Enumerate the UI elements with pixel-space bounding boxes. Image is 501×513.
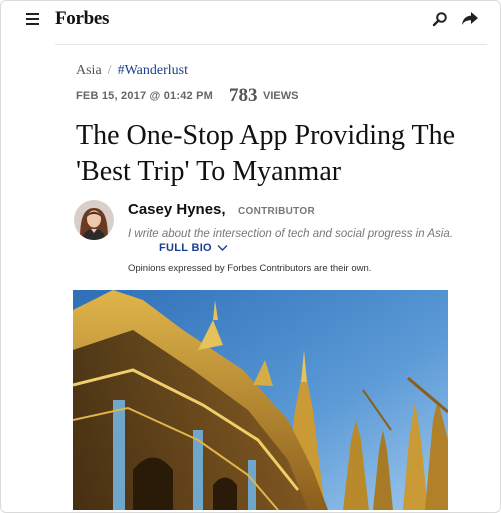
- breadcrumb: Asia / #Wanderlust: [76, 63, 188, 79]
- hero-image-pagoda[interactable]: [73, 290, 448, 510]
- share-arrow-icon[interactable]: [461, 11, 479, 27]
- article-headline: The One-Stop App Providing The 'Best Tri…: [76, 120, 456, 187]
- author-avatar[interactable]: [74, 200, 114, 240]
- author-name-link[interactable]: Casey Hynes,: [128, 201, 226, 218]
- forbes-logo[interactable]: Forbes: [55, 8, 109, 30]
- full-bio-label: FULL BIO: [159, 242, 212, 254]
- breadcrumb-section-link[interactable]: Asia: [76, 63, 102, 78]
- header-divider: [55, 44, 487, 45]
- author-role: CONTRIBUTOR: [238, 206, 316, 217]
- chevron-down-icon: [217, 245, 228, 252]
- hamburger-menu-icon[interactable]: [26, 13, 39, 25]
- publish-date: FEB 15, 2017 @ 01:42 PM: [76, 90, 214, 102]
- search-icon[interactable]: [432, 11, 448, 27]
- views-count: 783: [229, 85, 258, 106]
- breadcrumb-channel-link[interactable]: #Wanderlust: [118, 63, 188, 78]
- site-header: Forbes: [1, 1, 500, 45]
- contributor-disclaimer: Opinions expressed by Forbes Contributor…: [128, 263, 372, 274]
- author-bio: I write about the intersection of tech a…: [128, 228, 453, 240]
- breadcrumb-separator: /: [107, 63, 112, 78]
- views-label: VIEWS: [263, 90, 299, 102]
- full-bio-toggle[interactable]: FULL BIO: [159, 242, 228, 254]
- page-frame: Forbes Asia / #Wanderlust FEB 15, 2017 @ 0…: [0, 0, 501, 513]
